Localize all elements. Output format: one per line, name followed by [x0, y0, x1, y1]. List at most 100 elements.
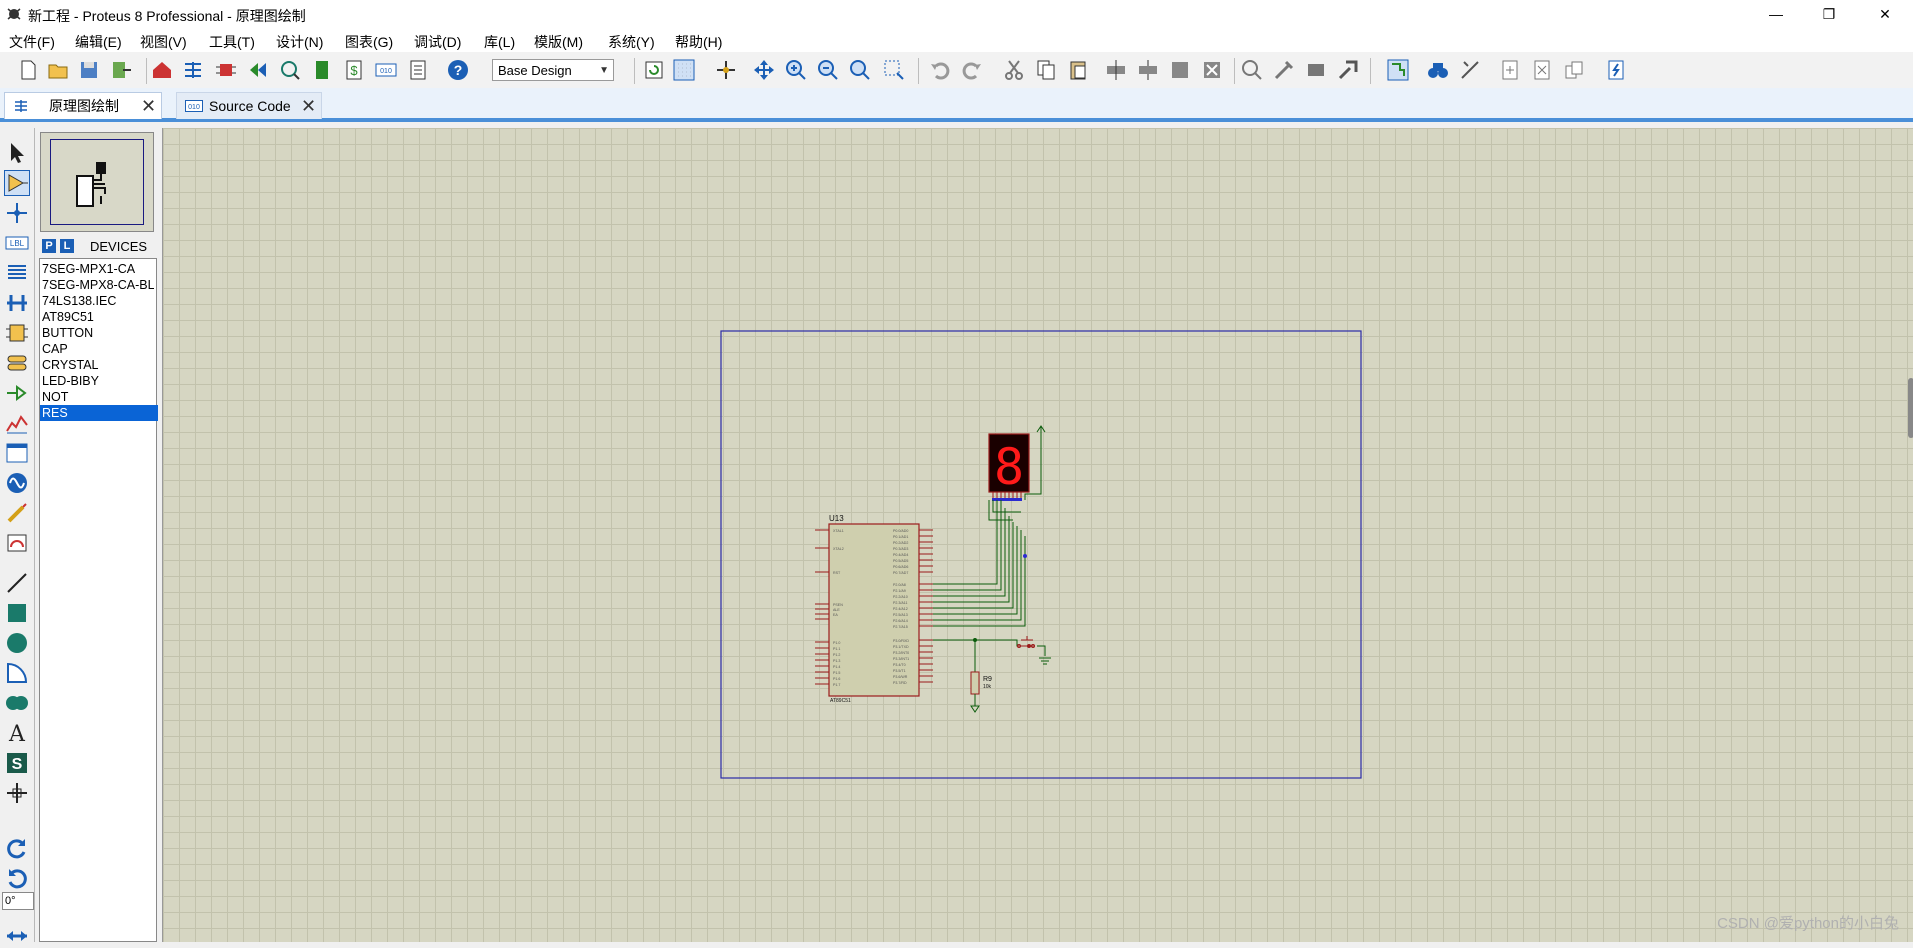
pcb-layout-icon[interactable]: [214, 58, 238, 82]
menu-help[interactable]: 帮助(H): [675, 32, 722, 52]
list-item[interactable]: BUTTON: [42, 325, 154, 341]
open-folder-icon[interactable]: [46, 58, 70, 82]
list-item[interactable]: 74LS138.IEC: [42, 293, 154, 309]
remove-sheet-icon[interactable]: [1530, 58, 1554, 82]
zoom-out-icon[interactable]: [816, 58, 840, 82]
design-selector[interactable]: Base Design ▼: [492, 59, 614, 81]
search-tag-icon[interactable]: [1426, 58, 1450, 82]
library-manager-button[interactable]: L: [60, 239, 74, 253]
block-delete-icon[interactable]: [1200, 58, 1224, 82]
minimize-button[interactable]: —: [1753, 0, 1799, 28]
close-button[interactable]: ✕: [1862, 0, 1908, 28]
wire-autorouter-icon[interactable]: [1386, 58, 1410, 82]
restore-button[interactable]: ❐: [1806, 0, 1852, 28]
zoom-in-icon[interactable]: [784, 58, 808, 82]
dollar-icon[interactable]: $: [342, 58, 366, 82]
make-device-icon[interactable]: [1272, 58, 1296, 82]
new-sheet-icon[interactable]: [1498, 58, 1522, 82]
3d-viewer-icon[interactable]: [278, 58, 302, 82]
junction-dot-icon[interactable]: [5, 201, 29, 225]
origin-icon[interactable]: [714, 58, 738, 82]
list-item[interactable]: CRYSTAL: [42, 357, 154, 373]
tape-recorder-icon[interactable]: [5, 441, 29, 465]
2d-marker-icon[interactable]: [5, 781, 29, 805]
menu-tools[interactable]: 工具(T): [209, 32, 255, 52]
text-script-icon[interactable]: [5, 261, 29, 285]
mirror-horizontal-icon[interactable]: [5, 924, 29, 948]
list-item[interactable]: 7SEG-MPX1-CA: [42, 261, 154, 277]
source-code-icon[interactable]: 010: [374, 58, 398, 82]
generator-mode-icon[interactable]: [5, 471, 29, 495]
tab-source-code[interactable]: 010 Source Code ✕: [176, 92, 322, 119]
new-file-icon[interactable]: [16, 58, 40, 82]
import-icon[interactable]: [109, 58, 133, 82]
packaging-icon[interactable]: [1304, 58, 1328, 82]
exit-to-parent-icon[interactable]: [1562, 58, 1586, 82]
selection-mode-icon[interactable]: [5, 141, 29, 165]
bom-icon[interactable]: [310, 58, 334, 82]
menu-view[interactable]: 视图(V): [140, 32, 187, 52]
block-move-icon[interactable]: [1136, 58, 1160, 82]
rotation-field[interactable]: 0°: [2, 892, 34, 910]
2d-path-icon[interactable]: [5, 691, 29, 715]
2d-line-icon[interactable]: [5, 571, 29, 595]
undo-icon[interactable]: [928, 58, 952, 82]
bus-icon[interactable]: [5, 291, 29, 315]
menu-debug[interactable]: 调试(D): [414, 32, 461, 52]
gerber-icon[interactable]: [246, 58, 270, 82]
property-tool-icon[interactable]: [1458, 58, 1482, 82]
2d-box-icon[interactable]: [5, 601, 29, 625]
menu-file[interactable]: 文件(F): [9, 32, 55, 52]
voltage-probe-icon[interactable]: [5, 501, 29, 525]
overview-window[interactable]: [40, 132, 154, 232]
block-rotate-icon[interactable]: [1168, 58, 1192, 82]
menu-graph[interactable]: 图表(G): [345, 32, 393, 52]
list-item[interactable]: 7SEG-MPX8-CA-BL: [42, 277, 154, 293]
zoom-all-icon[interactable]: [848, 58, 872, 82]
list-item-selected[interactable]: RES: [40, 405, 158, 421]
rotate-anticlockwise-icon[interactable]: [5, 866, 29, 890]
component-mode-icon[interactable]: [4, 170, 30, 196]
2d-symbol-icon[interactable]: S: [5, 751, 29, 775]
schematic-icon[interactable]: [181, 58, 205, 82]
graph-mode-icon[interactable]: [5, 411, 29, 435]
virtual-instrument-icon[interactable]: [5, 531, 29, 555]
pick-device-icon[interactable]: [1240, 58, 1264, 82]
home-icon[interactable]: [150, 58, 174, 82]
menu-template[interactable]: 模版(M): [534, 32, 583, 52]
decompose-icon[interactable]: [1336, 58, 1360, 82]
zoom-area-icon[interactable]: [882, 58, 906, 82]
grid-toggle-icon[interactable]: [672, 58, 696, 82]
terminal-mode-icon[interactable]: [5, 351, 29, 375]
close-icon[interactable]: ✕: [141, 93, 156, 119]
paste-icon[interactable]: [1066, 58, 1090, 82]
2d-text-icon[interactable]: A: [5, 721, 29, 745]
menu-system[interactable]: 系统(Y): [608, 32, 655, 52]
wire-label-icon[interactable]: LBL: [5, 231, 29, 255]
save-icon[interactable]: [77, 58, 101, 82]
refresh-icon[interactable]: [642, 58, 666, 82]
subcircuit-icon[interactable]: [5, 321, 29, 345]
block-copy-icon[interactable]: [1104, 58, 1128, 82]
pan-icon[interactable]: [752, 58, 776, 82]
list-item[interactable]: AT89C51: [42, 309, 154, 325]
close-icon[interactable]: ✕: [301, 93, 316, 119]
menu-edit[interactable]: 编辑(E): [75, 32, 122, 52]
device-pin-icon[interactable]: [5, 381, 29, 405]
redo-icon[interactable]: [960, 58, 984, 82]
pick-library-button[interactable]: P: [42, 239, 56, 253]
notes-icon[interactable]: [406, 58, 430, 82]
menu-design[interactable]: 设计(N): [276, 32, 323, 52]
menu-library[interactable]: 库(L): [484, 32, 515, 52]
canvas-scroll-handle[interactable]: [1908, 378, 1913, 438]
2d-circle-icon[interactable]: [5, 631, 29, 655]
list-item[interactable]: LED-BIBY: [42, 373, 154, 389]
help-icon[interactable]: ?: [446, 58, 470, 82]
list-item[interactable]: NOT: [42, 389, 154, 405]
copy-icon[interactable]: [1034, 58, 1058, 82]
cut-icon[interactable]: [1002, 58, 1026, 82]
erc-report-icon[interactable]: [1604, 58, 1628, 82]
2d-arc-icon[interactable]: [5, 661, 29, 685]
tab-schematic[interactable]: 原理图绘制 ✕: [4, 92, 162, 119]
schematic-canvas[interactable]: U13 AT89C51 XTAL1 XTAL2 RST PSEN ALE EA P1.0…: [162, 128, 1913, 942]
